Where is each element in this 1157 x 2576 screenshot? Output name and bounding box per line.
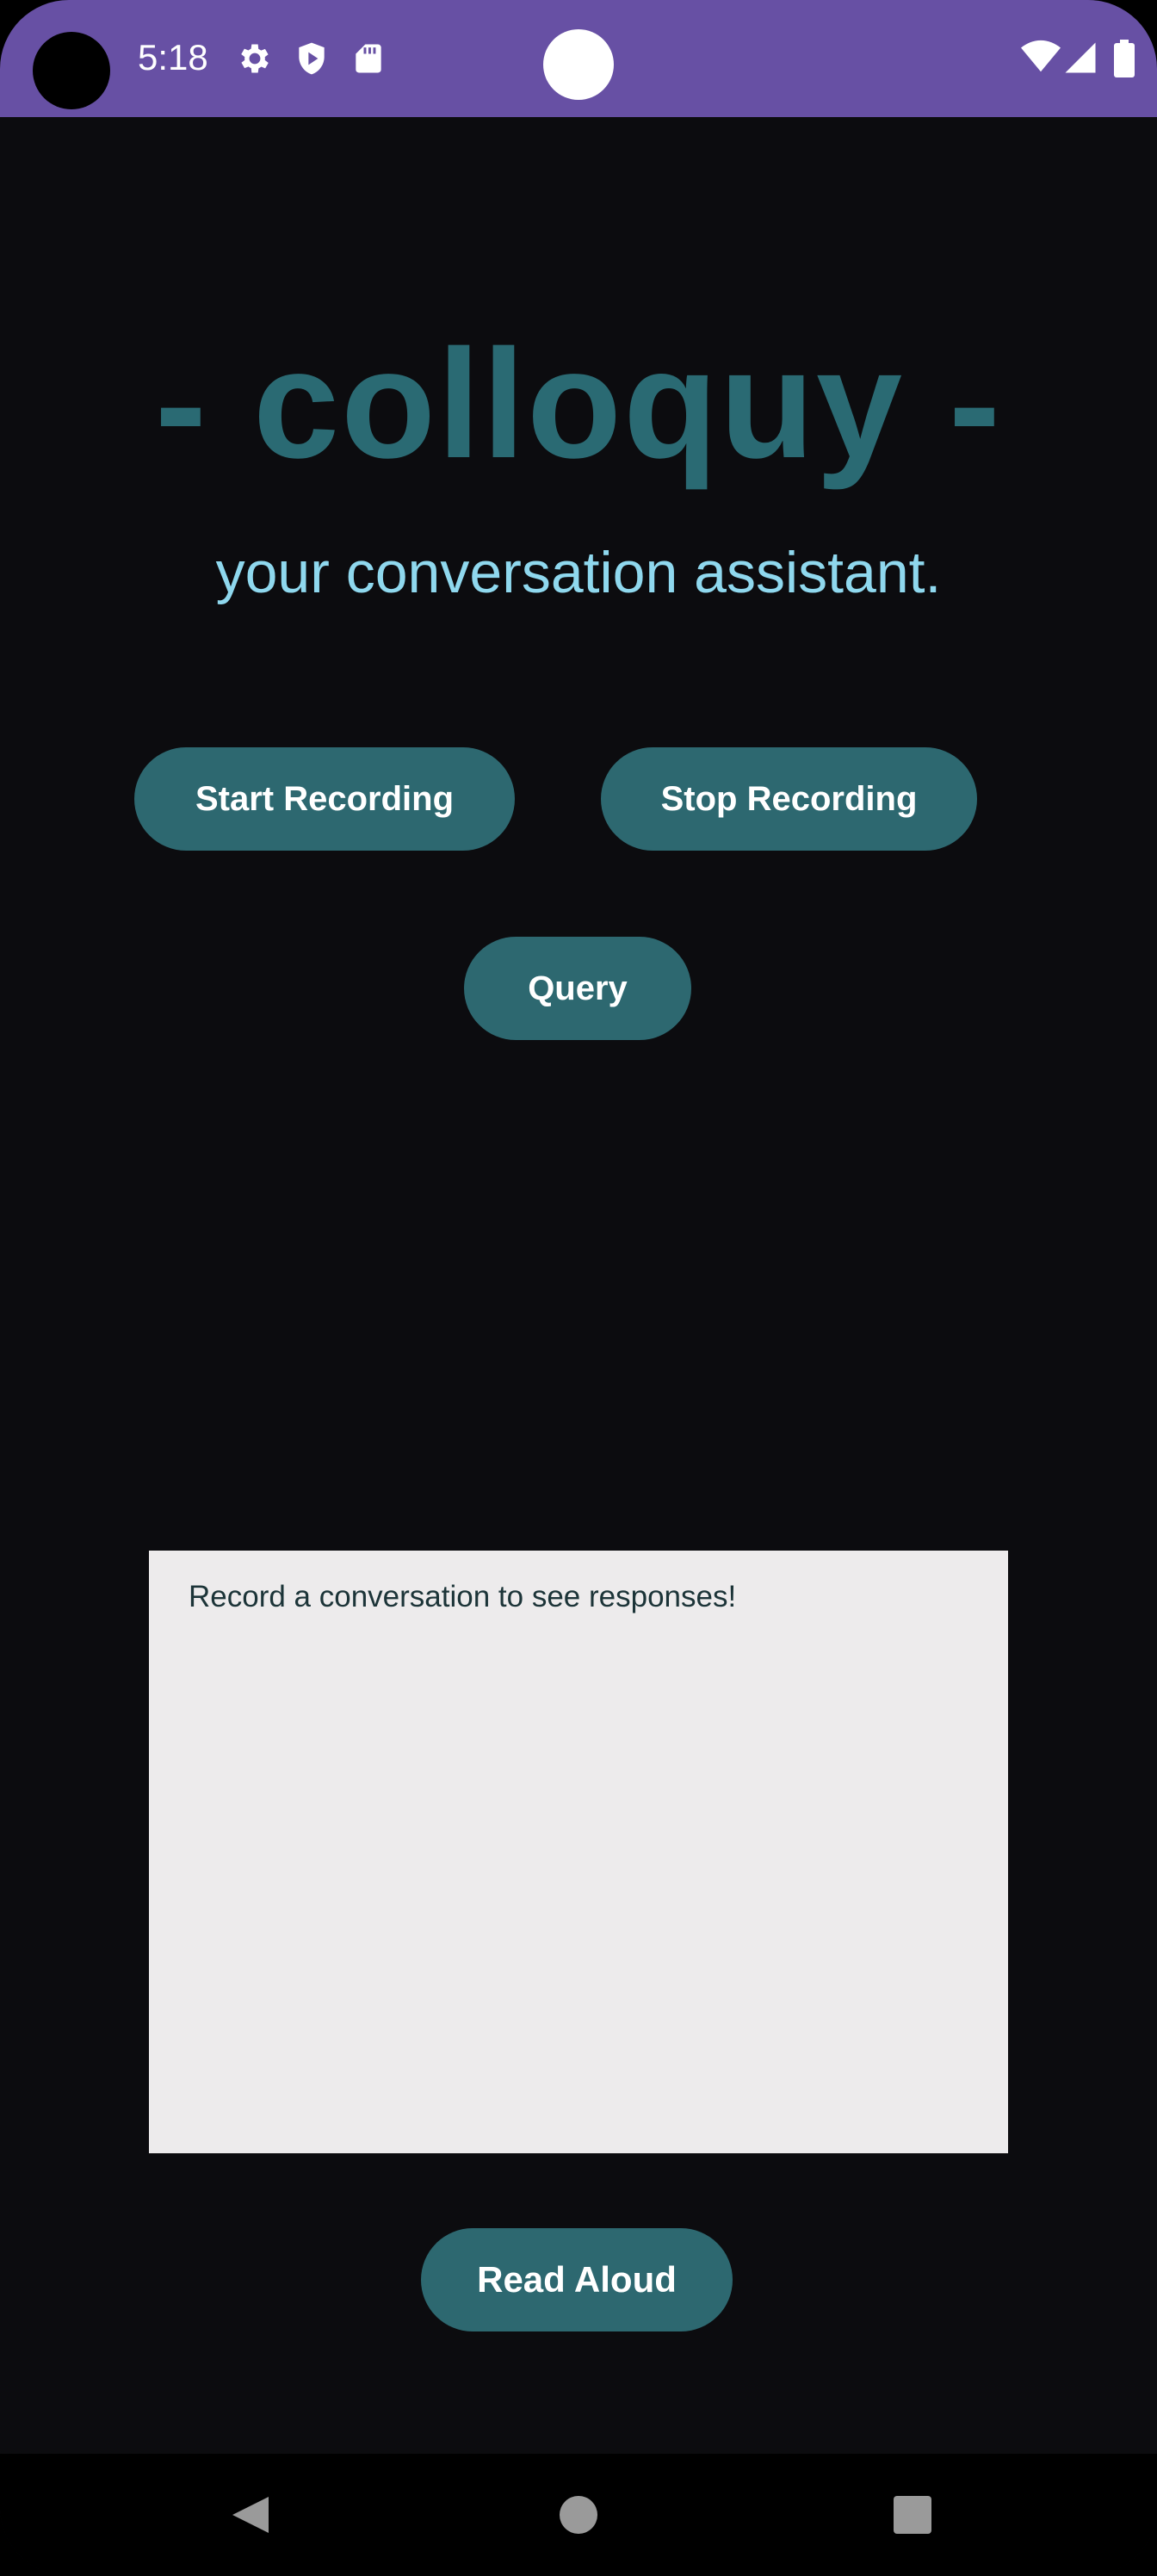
back-icon[interactable] bbox=[213, 2454, 300, 2576]
status-bar: 5:18 bbox=[0, 0, 1157, 117]
start-recording-button[interactable]: Start Recording bbox=[134, 747, 515, 851]
recents-icon[interactable] bbox=[869, 2454, 956, 2576]
signal-icon bbox=[1062, 40, 1098, 76]
response-text: Record a conversation to see responses! bbox=[189, 1580, 737, 1613]
front-camera bbox=[543, 29, 614, 100]
app-subtitle: your conversation assistant. bbox=[215, 540, 942, 605]
play-protect-icon bbox=[293, 40, 331, 77]
camera-cutout bbox=[33, 32, 110, 109]
response-box[interactable]: Record a conversation to see responses! bbox=[149, 1551, 1008, 2153]
status-time: 5:18 bbox=[138, 37, 208, 77]
navigation-bar bbox=[0, 2454, 1157, 2576]
app-title: - colloquy - bbox=[155, 318, 1002, 491]
stop-recording-button[interactable]: Stop Recording bbox=[601, 747, 977, 851]
settings-icon bbox=[236, 40, 274, 77]
app-screen: 5:18 - colloquy - your conversation assi… bbox=[0, 0, 1157, 2576]
sd-card-icon bbox=[350, 40, 387, 77]
query-button[interactable]: Query bbox=[464, 937, 691, 1040]
battery-icon bbox=[1114, 40, 1135, 77]
wifi-icon bbox=[1021, 40, 1061, 74]
home-icon[interactable] bbox=[535, 2454, 622, 2576]
read-aloud-button[interactable]: Read Aloud bbox=[421, 2228, 733, 2331]
